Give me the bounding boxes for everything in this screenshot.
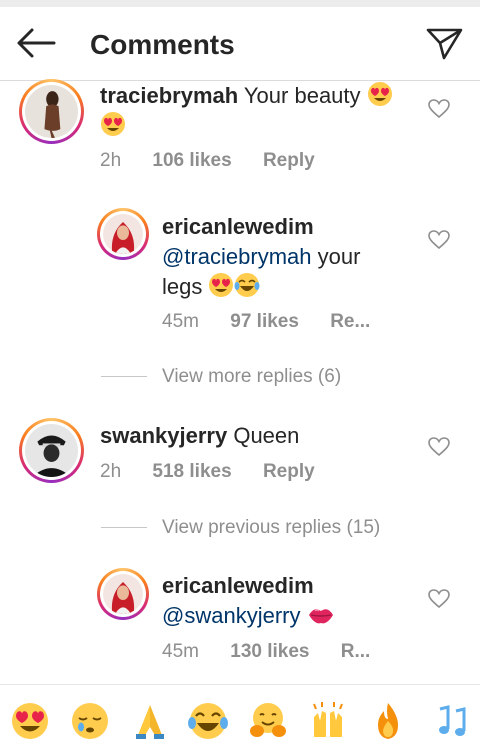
raising-hands-emoji-icon[interactable] — [308, 701, 348, 741]
comment-text: legs — [162, 274, 203, 299]
avatar[interactable] — [97, 568, 149, 620]
heart-eyes-emoji-icon — [101, 112, 125, 136]
send-icon[interactable] — [424, 24, 464, 62]
comment-likes[interactable]: 106 likes — [152, 150, 231, 171]
reply-button[interactable]: Reply — [263, 150, 315, 171]
reply-button[interactable]: Reply — [263, 461, 315, 482]
status-strip — [0, 0, 480, 7]
header: Comments — [0, 7, 480, 81]
thread-divider-line — [101, 376, 147, 377]
like-heart-icon[interactable] — [428, 437, 450, 457]
like-heart-icon[interactable] — [428, 230, 450, 250]
sleepy-emoji-icon[interactable] — [70, 701, 110, 741]
comment-time: 2h — [100, 150, 122, 171]
hugging-emoji-icon[interactable] — [248, 701, 288, 741]
avatar[interactable] — [19, 418, 84, 483]
back-arrow-icon[interactable] — [14, 25, 56, 61]
comment-text: Your beauty — [243, 83, 361, 108]
fire-emoji-icon[interactable] — [368, 701, 408, 741]
like-heart-icon[interactable] — [428, 589, 450, 609]
emoji-quick-bar — [0, 684, 480, 756]
avatar-photo-traciebrymah — [25, 85, 78, 138]
music-notes-emoji-icon[interactable] — [428, 701, 468, 741]
mention-link[interactable]: @traciebrymah — [162, 244, 312, 269]
praying-hands-emoji-icon[interactable] — [130, 701, 170, 741]
heart-eyes-emoji-icon[interactable] — [10, 701, 50, 741]
tears-of-joy-emoji-icon — [234, 273, 260, 297]
avatar[interactable] — [97, 208, 149, 260]
avatar-photo-swankyjerry — [25, 424, 78, 477]
mention-link[interactable]: @swankyjerry — [162, 603, 300, 628]
comment-time: 45m — [162, 641, 199, 662]
comment-text: Queen — [233, 423, 300, 448]
heart-eyes-emoji-icon — [367, 82, 392, 106]
comment-likes[interactable]: 130 likes — [230, 641, 309, 662]
comment-username[interactable]: swankyjerry — [100, 423, 227, 448]
page-title: Comments — [90, 29, 235, 60]
thread-divider-line — [101, 527, 147, 528]
like-heart-icon[interactable] — [428, 99, 450, 119]
avatar[interactable] — [19, 79, 84, 144]
comment-username[interactable]: ericanlewedim — [162, 573, 314, 598]
avatar-photo-ericanlewedim — [103, 214, 143, 254]
view-previous-replies-link[interactable]: View previous replies (15) — [162, 517, 380, 539]
reply-button[interactable]: R... — [341, 641, 371, 662]
comment-time: 2h — [100, 461, 122, 482]
comment-username[interactable]: traciebrymah — [100, 83, 238, 108]
tears-of-joy-emoji-icon[interactable] — [188, 701, 228, 741]
view-more-replies-link[interactable]: View more replies (6) — [162, 366, 341, 388]
avatar-photo-ericanlewedim — [103, 574, 143, 614]
comment-time: 45m — [162, 311, 199, 332]
comment-likes[interactable]: 518 likes — [152, 461, 231, 482]
comment-likes[interactable]: 97 likes — [230, 311, 299, 332]
reply-button[interactable]: Re... — [330, 311, 370, 332]
comment-text: your — [317, 244, 361, 269]
kiss-lips-emoji-icon — [308, 609, 333, 624]
comment-username[interactable]: ericanlewedim — [162, 214, 314, 239]
heart-eyes-emoji-icon — [209, 273, 234, 297]
